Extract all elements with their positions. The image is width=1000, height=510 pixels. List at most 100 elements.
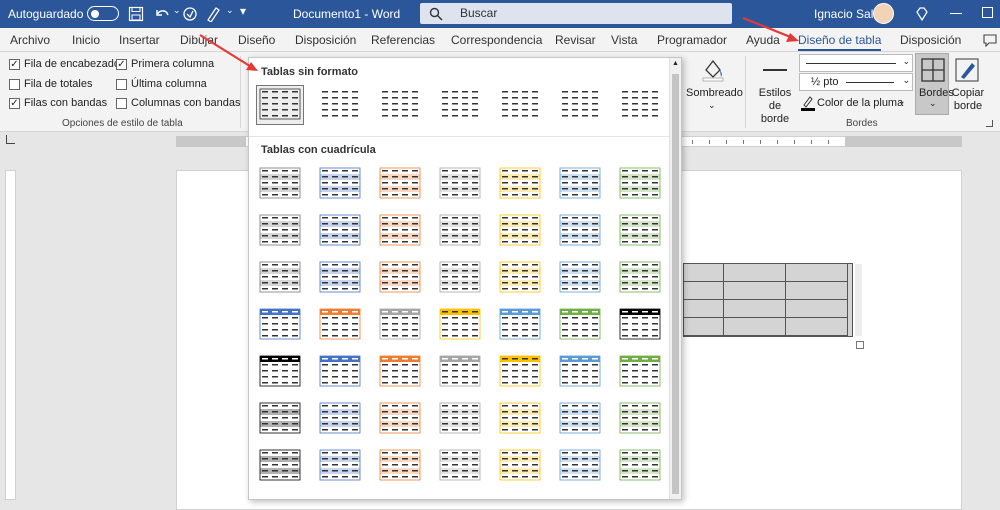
table-style-thumbnail[interactable] bbox=[317, 447, 363, 485]
option-banded-rows[interactable]: ✓ Filas con bandas bbox=[9, 97, 107, 109]
restore-icon[interactable] bbox=[982, 7, 993, 18]
document-table[interactable] bbox=[683, 263, 853, 337]
table-cell[interactable] bbox=[684, 282, 724, 300]
scroll-up-icon[interactable]: ▲ bbox=[672, 60, 679, 67]
table-cell[interactable] bbox=[724, 264, 786, 282]
table-style-thumbnail[interactable] bbox=[437, 306, 483, 344]
undo-icon[interactable] bbox=[153, 6, 171, 22]
table-style-thumbnail[interactable] bbox=[497, 212, 543, 250]
shading-dropdown-icon[interactable]: ⌄ bbox=[708, 100, 716, 111]
line-weight-dropdown[interactable]: ½ pto ⌄ bbox=[799, 73, 913, 91]
option-last-column[interactable]: Última columna bbox=[116, 78, 207, 90]
table-style-thumbnail[interactable] bbox=[257, 306, 303, 344]
table-style-thumbnail[interactable] bbox=[257, 165, 303, 203]
table-style-thumbnail[interactable] bbox=[497, 86, 543, 124]
last-column-checkbox[interactable] bbox=[116, 78, 127, 90]
user-name[interactable]: Ignacio Sala bbox=[814, 7, 880, 21]
table-style-thumbnail[interactable] bbox=[557, 165, 603, 203]
table-style-thumbnail[interactable] bbox=[377, 447, 423, 485]
table-style-thumbnail[interactable] bbox=[617, 259, 663, 297]
scrollbar-thumb[interactable] bbox=[672, 74, 679, 494]
table-style-thumbnail[interactable] bbox=[317, 212, 363, 250]
table-style-thumbnail[interactable] bbox=[617, 447, 663, 485]
table-style-thumbnail[interactable] bbox=[257, 447, 303, 485]
tab-dibujar[interactable]: Dibujar bbox=[180, 33, 218, 47]
table-style-thumbnail[interactable] bbox=[377, 212, 423, 250]
gallery-scrollbar[interactable]: ▲ bbox=[669, 58, 681, 499]
option-banded-columns[interactable]: Columnas con bandas bbox=[116, 97, 240, 109]
draw-dropdown-icon[interactable]: ⌄ bbox=[226, 5, 234, 16]
pen-color-button[interactable]: Color de la pluma ⌄ bbox=[801, 95, 913, 113]
table-cell[interactable] bbox=[684, 300, 724, 318]
table-style-thumbnail[interactable] bbox=[557, 447, 603, 485]
border-painter-icon[interactable] bbox=[954, 57, 980, 83]
tab-selector-icon[interactable] bbox=[6, 135, 15, 144]
tab-programador[interactable]: Programador bbox=[657, 33, 727, 47]
undo-dropdown-icon[interactable]: ⌄ bbox=[173, 5, 181, 16]
table-style-thumbnail[interactable] bbox=[437, 353, 483, 391]
option-total-row[interactable]: Fila de totales bbox=[9, 78, 92, 90]
table-style-thumbnail[interactable] bbox=[317, 259, 363, 297]
table-style-thumbnail[interactable] bbox=[497, 400, 543, 438]
table-style-thumbnail[interactable] bbox=[557, 400, 603, 438]
save-icon[interactable] bbox=[128, 6, 144, 22]
table-style-thumbnail[interactable] bbox=[377, 400, 423, 438]
table-style-thumbnail[interactable] bbox=[257, 400, 303, 438]
table-cell[interactable] bbox=[786, 318, 848, 336]
tab-diseno[interactable]: Diseño bbox=[238, 33, 275, 47]
table-style-thumbnail[interactable] bbox=[557, 306, 603, 344]
tab-disposicion-tabla[interactable]: Disposición bbox=[900, 33, 961, 47]
banded-rows-checkbox[interactable]: ✓ bbox=[9, 97, 20, 109]
table-style-thumbnail[interactable] bbox=[497, 259, 543, 297]
comments-icon[interactable] bbox=[983, 33, 997, 47]
table-style-thumbnail[interactable] bbox=[557, 353, 603, 391]
table-style-thumbnail[interactable] bbox=[617, 165, 663, 203]
table-cell[interactable] bbox=[684, 264, 724, 282]
table-style-thumbnail[interactable] bbox=[317, 165, 363, 203]
table-style-thumbnail[interactable] bbox=[557, 259, 603, 297]
table-style-thumbnail[interactable] bbox=[317, 400, 363, 438]
line-style-dropdown[interactable]: ⌄ bbox=[799, 54, 913, 72]
table-style-thumbnail[interactable] bbox=[497, 165, 543, 203]
tab-diseno-de-tabla[interactable]: Diseño de tabla bbox=[798, 33, 882, 51]
table-style-thumbnail[interactable] bbox=[437, 447, 483, 485]
option-first-column[interactable]: ✓ Primera columna bbox=[116, 58, 214, 70]
diamond-icon[interactable] bbox=[914, 6, 930, 22]
table-style-thumbnail[interactable] bbox=[317, 353, 363, 391]
tab-correspondencia[interactable]: Correspondencia bbox=[451, 33, 542, 47]
format-painter-icon[interactable] bbox=[182, 6, 198, 22]
tab-vista[interactable]: Vista bbox=[611, 33, 637, 47]
table-cell[interactable] bbox=[724, 282, 786, 300]
table-style-thumbnail[interactable] bbox=[617, 306, 663, 344]
tab-revisar[interactable]: Revisar bbox=[555, 33, 596, 47]
table-style-thumbnail[interactable] bbox=[437, 165, 483, 203]
table-style-thumbnail[interactable] bbox=[317, 86, 363, 124]
shading-label[interactable]: Sombreado bbox=[686, 87, 743, 99]
table-style-thumbnail[interactable] bbox=[377, 306, 423, 344]
tab-disposicion[interactable]: Disposición bbox=[295, 33, 356, 47]
autosave-toggle[interactable] bbox=[87, 6, 119, 21]
borders-button[interactable]: Bordes ⌄ bbox=[915, 53, 954, 115]
table-style-thumbnail[interactable] bbox=[437, 86, 483, 124]
table-cell[interactable] bbox=[786, 264, 848, 282]
tab-ayuda[interactable]: Ayuda bbox=[746, 33, 780, 47]
table-style-thumbnail[interactable] bbox=[257, 259, 303, 297]
avatar[interactable] bbox=[873, 3, 894, 24]
table-style-thumbnail[interactable] bbox=[497, 306, 543, 344]
table-style-thumbnail[interactable] bbox=[437, 259, 483, 297]
table-style-thumbnail[interactable] bbox=[617, 212, 663, 250]
table-style-thumbnail[interactable] bbox=[437, 400, 483, 438]
table-style-thumbnail[interactable] bbox=[377, 165, 423, 203]
table-style-thumbnail[interactable] bbox=[257, 353, 303, 391]
table-style-thumbnail[interactable] bbox=[557, 86, 603, 124]
border-styles-label[interactable]: Estilos de borde bbox=[754, 87, 796, 126]
table-style-thumbnail[interactable] bbox=[557, 212, 603, 250]
first-column-checkbox[interactable]: ✓ bbox=[116, 58, 127, 70]
draw-icon[interactable] bbox=[206, 6, 224, 22]
table-style-thumbnail[interactable] bbox=[617, 353, 663, 391]
table-style-thumbnail[interactable] bbox=[497, 353, 543, 391]
minimize-icon[interactable] bbox=[950, 13, 962, 14]
table-cell[interactable] bbox=[786, 282, 848, 300]
table-style-thumbnail[interactable] bbox=[617, 86, 663, 124]
banded-columns-checkbox[interactable] bbox=[116, 97, 127, 109]
